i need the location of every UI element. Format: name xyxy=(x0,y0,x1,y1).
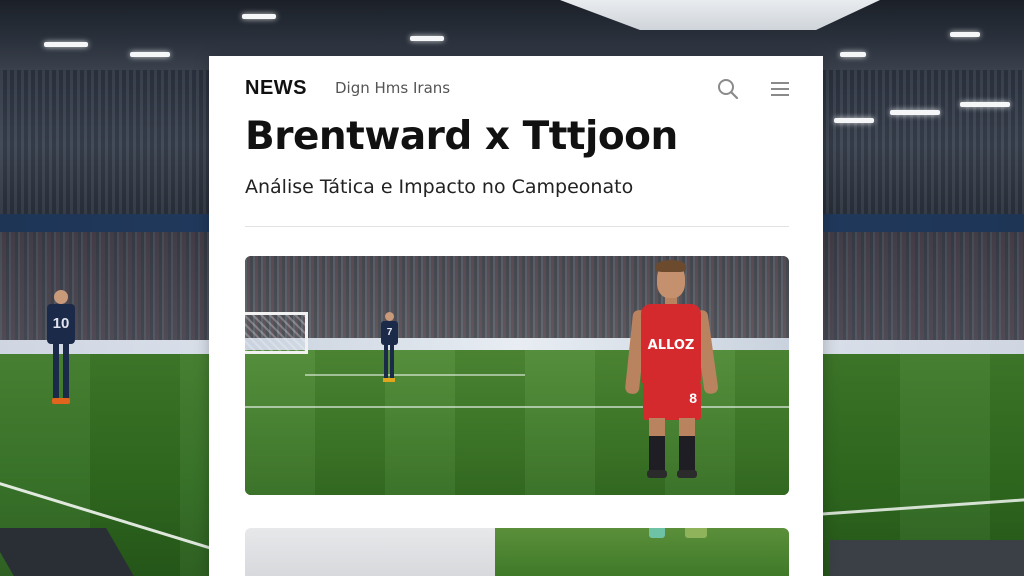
background-player: 10 xyxy=(44,290,78,410)
floodlight xyxy=(130,52,170,57)
player-boot xyxy=(647,470,667,478)
screen: 10 NEWS Dign Hms Irans Brentward x Tttjo… xyxy=(0,0,1024,576)
floodlight xyxy=(950,32,980,37)
news-card: NEWS Dign Hms Irans Brentward x Tttjoon … xyxy=(209,56,823,576)
top-navigation: NEWS Dign Hms Irans xyxy=(245,74,791,102)
pitch-line xyxy=(305,374,525,376)
shirt-sponsor-text: ALLOZ xyxy=(647,338,695,353)
player-leg xyxy=(679,418,695,472)
player-shirt: ALLOZ xyxy=(641,304,701,384)
player-boots xyxy=(383,378,395,382)
floodlight xyxy=(44,42,88,47)
shorts-number: 8 xyxy=(689,390,697,406)
hero-background-player: 7 xyxy=(379,312,399,384)
search-icon xyxy=(718,79,739,100)
next-image-grass xyxy=(495,528,789,576)
floodlight xyxy=(960,102,1010,107)
article-subheadline: Análise Tática e Impacto no Campeonato xyxy=(245,176,634,198)
player-legs xyxy=(53,344,69,400)
floodlight xyxy=(834,118,874,123)
menu-button[interactable] xyxy=(767,76,793,102)
player-head xyxy=(385,312,394,321)
player-boot xyxy=(649,528,665,538)
nav-text[interactable]: Dign Hms Irans xyxy=(335,79,450,97)
player-leg xyxy=(649,418,665,472)
search-button[interactable] xyxy=(715,76,741,102)
player-legs xyxy=(384,345,394,379)
player-head xyxy=(54,290,68,304)
floodlight xyxy=(410,36,444,41)
floodlight xyxy=(840,52,866,57)
next-article-image[interactable] xyxy=(245,528,789,576)
floodlight xyxy=(242,14,276,19)
menu-icon xyxy=(771,82,789,96)
floodlight xyxy=(890,110,940,115)
player-boot xyxy=(685,528,707,538)
player-boots xyxy=(52,398,70,404)
player-shirt-number: 7 xyxy=(381,321,398,345)
player-hair xyxy=(656,260,686,272)
brand-logo[interactable]: NEWS xyxy=(245,77,307,100)
player-boot xyxy=(677,470,697,478)
player-shorts: 8 xyxy=(643,382,701,420)
hero-image[interactable]: 7 ALLOZ 8 xyxy=(245,256,789,495)
divider xyxy=(245,226,789,227)
featured-player: ALLOZ 8 xyxy=(621,260,737,495)
goal-net xyxy=(245,312,308,354)
dugout-edge xyxy=(830,540,1024,576)
article-headline[interactable]: Brentward x Tttjoon xyxy=(245,114,805,159)
player-shirt-number: 10 xyxy=(47,304,75,344)
